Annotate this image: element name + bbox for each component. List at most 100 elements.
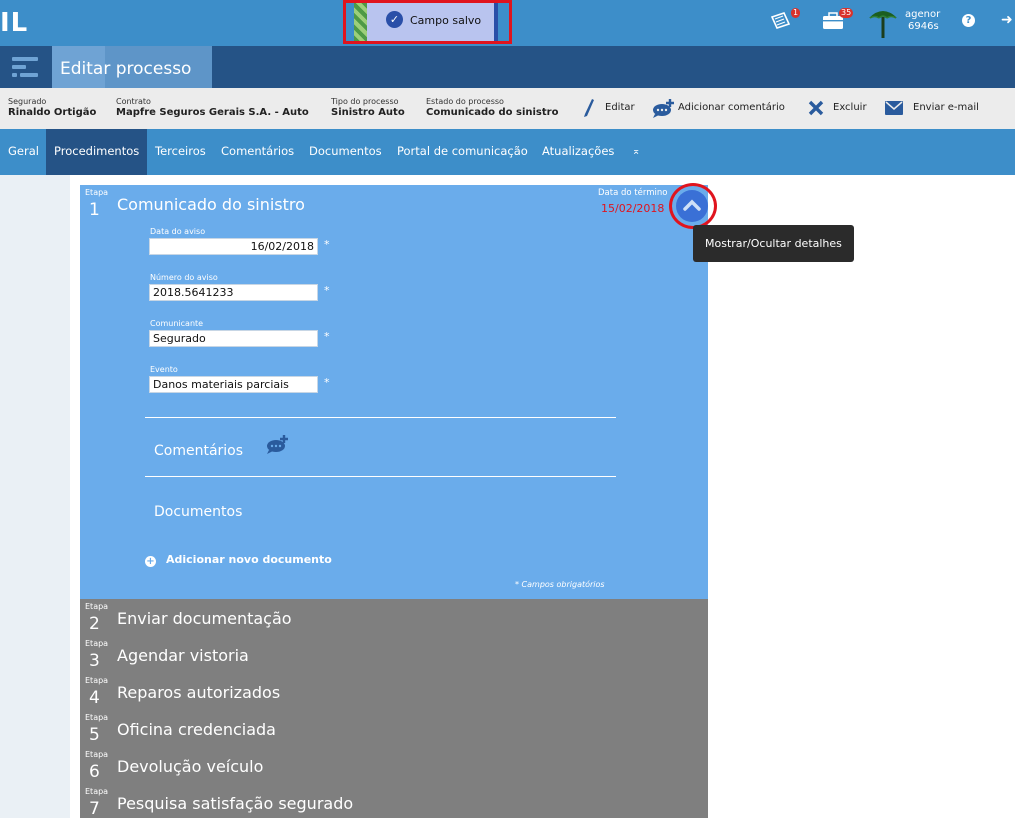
add-document-button[interactable]: + Adicionar novo documento [145, 553, 332, 567]
add-comment-icon[interactable] [266, 434, 288, 458]
stage-label: Etapa [85, 602, 109, 611]
toast-notification: ✓ Campo salvo [354, 3, 498, 41]
info-value-tipo: Sinistro Auto [331, 107, 405, 118]
comunicante-select[interactable]: Segurado [149, 330, 318, 347]
required-mark: * [324, 238, 330, 251]
add-comment-icon[interactable] [652, 98, 674, 122]
left-rail [0, 175, 70, 818]
user-name: agenor [905, 9, 941, 20]
stage-number: 6 [89, 762, 100, 782]
stage-row-2[interactable]: Etapa 2 Enviar documentação [80, 599, 708, 636]
tab-comentarios[interactable]: Comentários [213, 129, 302, 175]
stage-label: Etapa [85, 750, 109, 759]
tab-documentos[interactable]: Documentos [301, 129, 390, 175]
chevron-up-icon [683, 199, 701, 211]
info-value-estado: Comunicado do sinistro [426, 107, 559, 118]
tab-atualizacoes[interactable]: Atualizações [534, 129, 622, 175]
evento-select[interactable]: Danos materiais parciais [149, 376, 318, 393]
top-bar: IL ✓ Campo salvo 1 35 agenor 6946s ? ➜ [0, 0, 1015, 46]
stage-number: 3 [89, 651, 100, 671]
stage-row-7[interactable]: Etapa 7 Pesquisa satisfação segurado [80, 784, 708, 818]
stage-number: 7 [89, 799, 100, 818]
required-mark: * [324, 376, 330, 389]
title-bar: Editar processo [0, 46, 1015, 88]
info-label-contrato: Contrato [116, 97, 151, 106]
required-mark: * [324, 330, 330, 343]
numero-aviso-input[interactable]: 2018.5641233 [149, 284, 318, 301]
stage-row-5[interactable]: Etapa 5 Oficina credenciada [80, 710, 708, 747]
notifications-badge: 1 [791, 8, 801, 18]
documents-section-title: Documentos [154, 504, 243, 520]
page-title: Editar processo [60, 59, 192, 79]
section-divider [145, 476, 616, 477]
user-id: 6946s [908, 21, 939, 32]
toast-message: Campo salvo [410, 14, 482, 27]
send-email-button[interactable]: Enviar e-mail [913, 102, 979, 113]
field-label-evento: Evento [150, 365, 178, 374]
pencil-icon[interactable] [583, 98, 595, 122]
menu-button[interactable] [0, 46, 52, 88]
tab-bar: Geral Procedimentos Terceiros Comentário… [0, 129, 1015, 175]
menu-icon [12, 57, 38, 77]
process-info-bar: Segurado Rinaldo Ortigão Contrato Mapfre… [0, 88, 1015, 129]
stage-title: Oficina credenciada [117, 720, 276, 739]
stage-number: 1 [89, 200, 100, 220]
end-date-label: Data do término [598, 188, 668, 198]
edit-button[interactable]: Editar [605, 102, 635, 113]
stage-list: Etapa 2 Enviar documentação Etapa 3 Agen… [80, 599, 708, 818]
tasks-badge: 35 [839, 8, 854, 18]
end-date-value: 15/02/2018 [601, 202, 665, 215]
stage-title: Devolução veículo [117, 757, 264, 776]
data-aviso-input[interactable]: 16/02/2018 [149, 238, 318, 255]
envelope-icon[interactable] [885, 101, 903, 119]
toggle-details-button[interactable] [676, 190, 708, 222]
stage-number: 4 [89, 688, 100, 708]
stage-number: 5 [89, 725, 100, 745]
info-label-estado: Estado do processo [426, 97, 504, 106]
collapse-tabs-icon[interactable]: ⌅ [624, 129, 648, 175]
app-logo: IL [0, 8, 29, 38]
tab-geral[interactable]: Geral [0, 129, 47, 175]
tab-procedimentos[interactable]: Procedimentos [46, 129, 148, 175]
stage-label: Etapa [85, 639, 109, 648]
stage-label: Etapa [85, 713, 109, 722]
required-mark: * [324, 284, 330, 297]
info-value-contrato: Mapfre Seguros Gerais S.A. - Auto [116, 107, 309, 118]
stage-panel-1: Etapa 1 Comunicado do sinistro Data do t… [80, 183, 717, 599]
comments-section-title: Comentários [154, 443, 244, 459]
stage-row-4[interactable]: Etapa 4 Reparos autorizados [80, 673, 708, 710]
stage-title: Enviar documentação [117, 609, 292, 628]
help-icon[interactable]: ? [962, 14, 975, 27]
toast-stripe [354, 3, 367, 41]
section-divider [145, 417, 616, 418]
stage-label: Etapa [85, 787, 109, 796]
stage-label: Etapa [85, 676, 109, 685]
plus-circle-icon: + [145, 556, 156, 567]
field-label-data-aviso: Data do aviso [150, 227, 206, 236]
avatar[interactable] [867, 6, 899, 44]
stage-title[interactable]: Comunicado do sinistro [117, 195, 305, 214]
stage-label: Etapa [85, 188, 109, 197]
info-value-segurado: Rinaldo Ortigão [8, 107, 97, 118]
add-comment-button[interactable]: Adicionar comentário [678, 102, 785, 113]
stage-number: 2 [89, 614, 100, 634]
tab-portal-comunicacao[interactable]: Portal de comunicação [389, 129, 536, 175]
stage-title: Agendar vistoria [117, 646, 249, 665]
field-label-numero-aviso: Número do aviso [150, 273, 218, 282]
required-fields-note: * Campos obrigatórios [515, 580, 605, 589]
logout-icon[interactable]: ➜ [1001, 12, 1013, 28]
stage-title: Reparos autorizados [117, 683, 281, 702]
tab-terceiros[interactable]: Terceiros [147, 129, 214, 175]
info-label-tipo: Tipo do processo [331, 97, 399, 106]
notifications-icon[interactable] [770, 11, 792, 35]
delete-button[interactable]: Excluir [833, 102, 867, 113]
field-label-comunicante: Comunicante [150, 319, 204, 328]
stage-row-3[interactable]: Etapa 3 Agendar vistoria [80, 636, 708, 673]
close-icon[interactable] [808, 100, 824, 120]
stage-title: Pesquisa satisfação segurado [117, 794, 354, 813]
check-icon: ✓ [386, 11, 403, 28]
stage-row-6[interactable]: Etapa 6 Devolução veículo [80, 747, 708, 784]
info-label-segurado: Segurado [8, 97, 47, 106]
tooltip: Mostrar/Ocultar detalhes [693, 225, 854, 262]
add-document-label: Adicionar novo documento [166, 553, 332, 566]
